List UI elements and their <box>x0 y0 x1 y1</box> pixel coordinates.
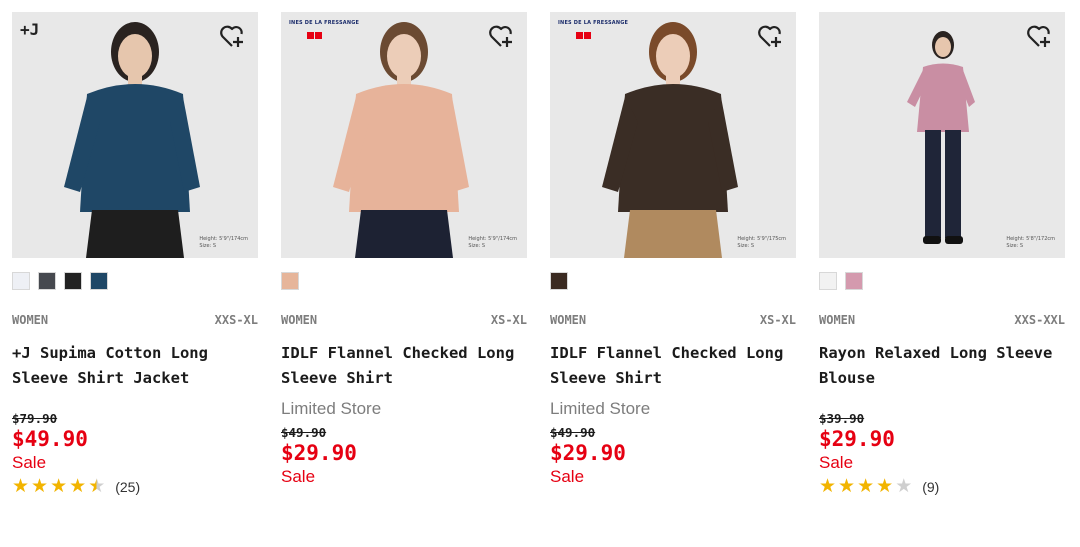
limited-store-label: Limited Store <box>550 399 651 418</box>
product-name[interactable]: IDLF Flannel Checked Long Sleeve Shirt <box>281 341 527 391</box>
product-card[interactable]: +J Height: 5'9"/174cm Size: S WOMEN XXS-… <box>12 12 258 496</box>
color-swatch[interactable] <box>550 272 568 290</box>
sale-label: Sale <box>12 453 47 472</box>
uniqlo-logo-icon <box>307 32 322 39</box>
color-swatch[interactable] <box>38 272 56 290</box>
product-card[interactable]: INES DE LA FRESSANGE Height: 5'9"/175cm … <box>550 12 796 496</box>
product-card[interactable]: INES DE LA FRESSANGE Height: 5'9"/174cm … <box>281 12 527 496</box>
star-icon: ★ <box>69 476 87 497</box>
color-swatch[interactable] <box>90 272 108 290</box>
color-swatch[interactable] <box>281 272 299 290</box>
sale-label: Sale <box>281 467 316 486</box>
gender-label: WOMEN <box>550 313 587 327</box>
product-name[interactable]: Rayon Relaxed Long Sleeve Blouse <box>819 341 1065 391</box>
rating: ★ ★ ★ ★ ★ (25) <box>12 476 258 497</box>
star-empty-icon: ★ <box>895 476 913 497</box>
product-image[interactable]: Height: 5'8"/172cm Size: S <box>819 12 1065 258</box>
star-icon: ★ <box>838 476 856 497</box>
color-swatches <box>550 272 796 290</box>
model-info: Height: 5'9"/175cm Size: S <box>737 236 786 249</box>
model-info: Height: 5'9"/174cm Size: S <box>199 236 248 249</box>
gender-label: WOMEN <box>819 313 856 327</box>
rating: ★ ★ ★ ★ ★ (9) <box>819 476 1065 497</box>
product-name[interactable]: IDLF Flannel Checked Long Sleeve Shirt <box>550 341 796 391</box>
star-icon: ★ <box>857 476 875 497</box>
brand-tag: INES DE LA FRESSANGE <box>289 20 360 26</box>
product-grid: +J Height: 5'9"/174cm Size: S WOMEN XXS-… <box>12 12 1065 496</box>
product-image[interactable]: +J Height: 5'9"/174cm Size: S <box>12 12 258 258</box>
review-count[interactable]: (25) <box>115 479 140 495</box>
size-range: XXS-XXL <box>1014 313 1065 327</box>
star-icon: ★ <box>50 476 68 497</box>
gender-label: WOMEN <box>12 313 49 327</box>
color-swatch[interactable] <box>845 272 863 290</box>
original-price: $49.90 <box>550 425 596 440</box>
color-swatches <box>12 272 258 290</box>
gender-label: WOMEN <box>281 313 318 327</box>
sale-price: $29.90 <box>281 441 357 465</box>
star-half-icon: ★ <box>88 476 106 497</box>
favorite-add-icon[interactable] <box>218 22 246 50</box>
star-icon: ★ <box>31 476 49 497</box>
plus-j-badge: +J <box>20 20 40 39</box>
original-price: $79.90 <box>12 411 58 426</box>
product-image[interactable]: INES DE LA FRESSANGE Height: 5'9"/174cm … <box>281 12 527 258</box>
model-info: Height: 5'9"/174cm Size: S <box>468 236 517 249</box>
uniqlo-logo-icon <box>576 32 591 39</box>
sale-label: Sale <box>550 467 585 486</box>
color-swatch[interactable] <box>819 272 837 290</box>
size-range: XS-XL <box>759 313 796 327</box>
original-price: $49.90 <box>281 425 327 440</box>
sale-price: $29.90 <box>819 427 895 451</box>
star-icon: ★ <box>12 476 30 497</box>
sale-price: $49.90 <box>12 427 88 451</box>
product-image[interactable]: INES DE LA FRESSANGE Height: 5'9"/175cm … <box>550 12 796 258</box>
favorite-add-icon[interactable] <box>756 22 784 50</box>
star-icon: ★ <box>819 476 837 497</box>
size-range: XXS-XL <box>214 313 258 327</box>
size-range: XS-XL <box>490 313 527 327</box>
color-swatches <box>819 272 1065 290</box>
favorite-add-icon[interactable] <box>487 22 515 50</box>
review-count[interactable]: (9) <box>922 479 939 495</box>
color-swatch[interactable] <box>64 272 82 290</box>
star-icon: ★ <box>876 476 894 497</box>
favorite-add-icon[interactable] <box>1025 22 1053 50</box>
original-price: $39.90 <box>819 411 865 426</box>
product-name[interactable]: +J Supima Cotton Long Sleeve Shirt Jacke… <box>12 341 258 391</box>
product-card[interactable]: Height: 5'8"/172cm Size: S WOMEN XXS-XXL… <box>819 12 1065 496</box>
limited-store-label: Limited Store <box>281 399 382 418</box>
brand-tag: INES DE LA FRESSANGE <box>558 20 629 26</box>
sale-price: $29.90 <box>550 441 626 465</box>
model-info: Height: 5'8"/172cm Size: S <box>1006 236 1055 249</box>
color-swatches <box>281 272 527 290</box>
color-swatch[interactable] <box>12 272 30 290</box>
sale-label: Sale <box>819 453 854 472</box>
